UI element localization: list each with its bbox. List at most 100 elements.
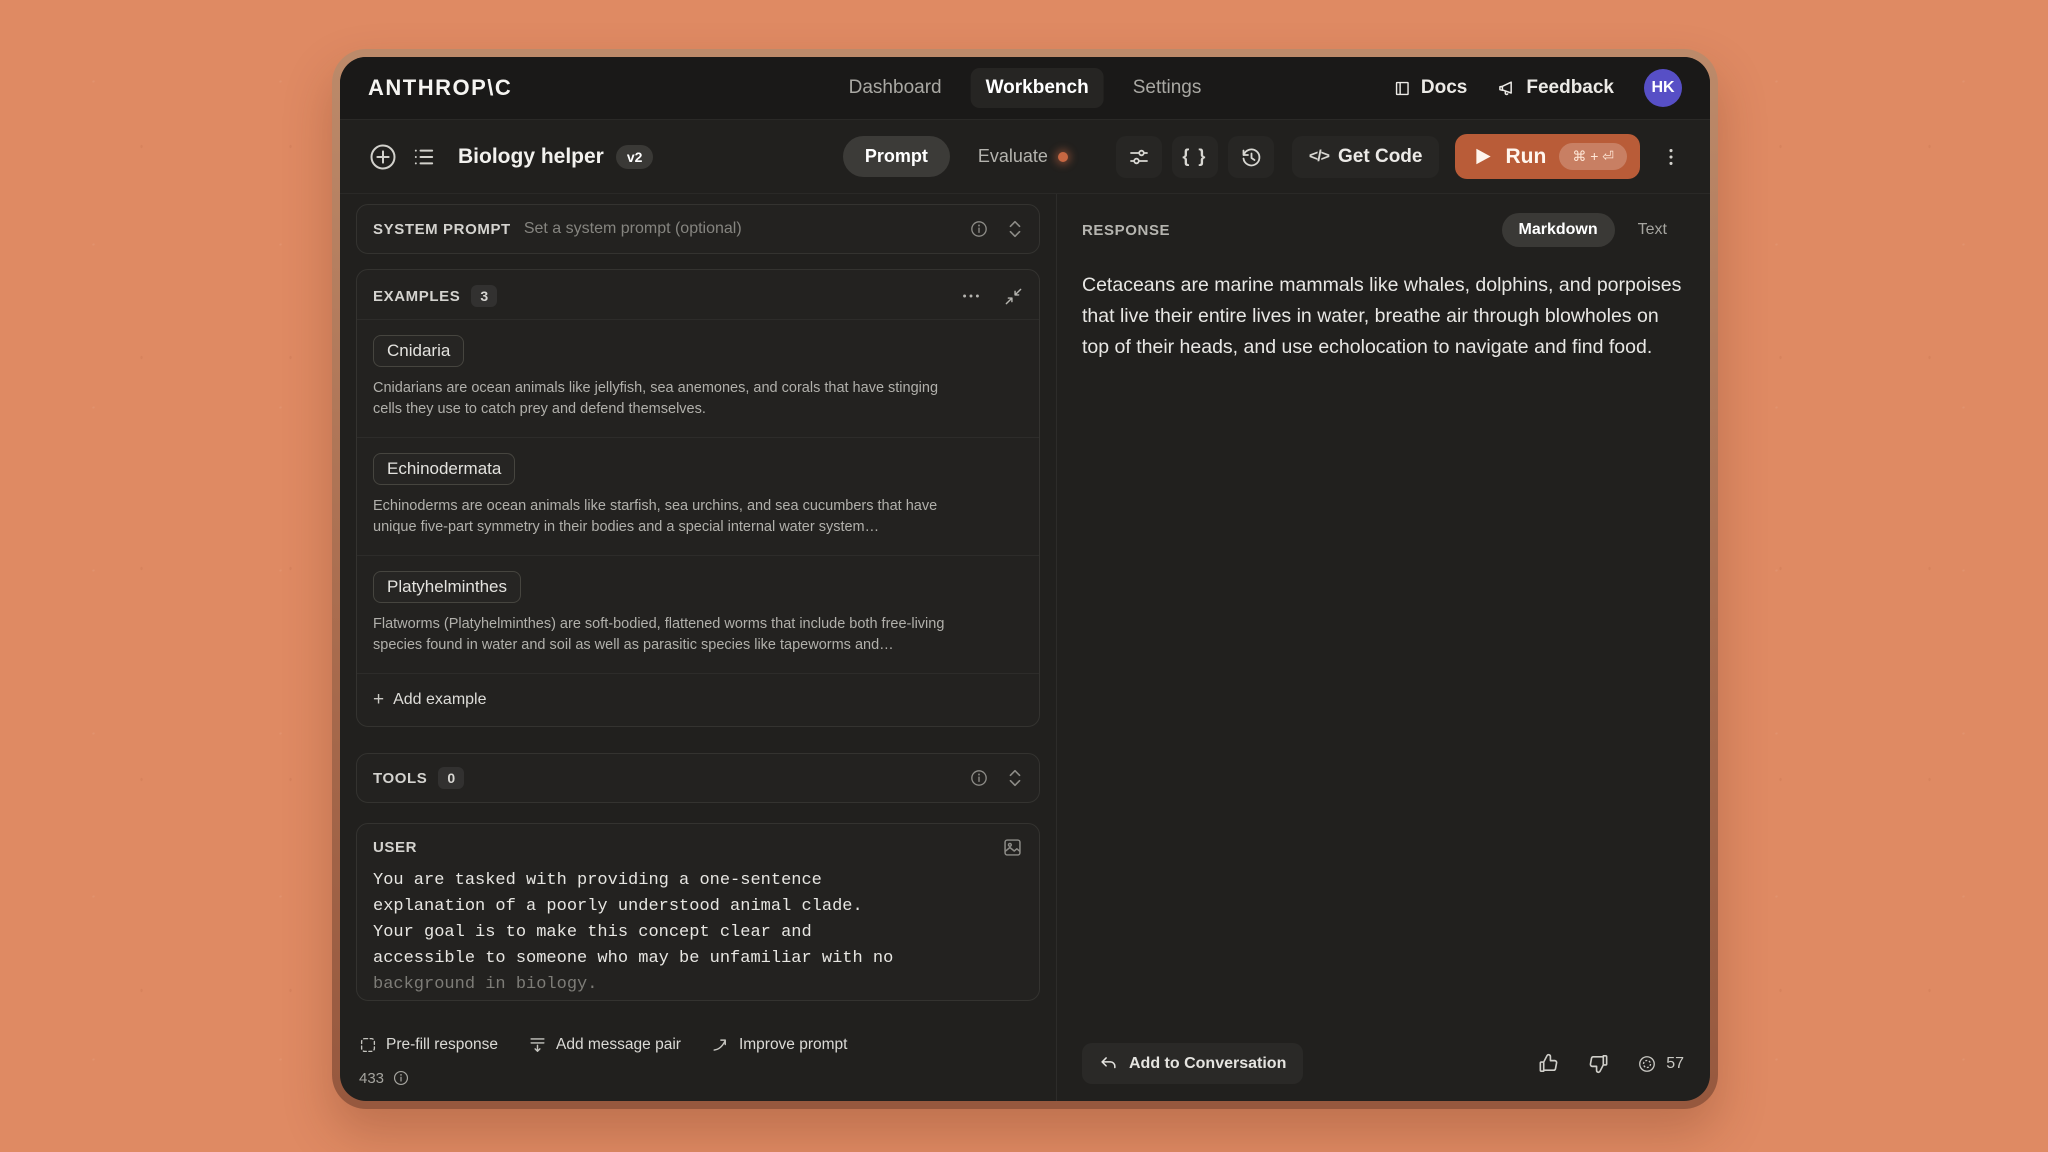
response-footer: Add to Conversation 57	[1082, 1043, 1684, 1084]
message-pair-icon	[528, 1035, 547, 1054]
nav-workbench[interactable]: Workbench	[971, 68, 1104, 108]
anthropic-logo: ANTHROP\C	[368, 75, 512, 101]
plus-circle-icon	[368, 142, 398, 172]
mode-tabs: Prompt Evaluate	[843, 136, 1090, 177]
run-button[interactable]: Run ⌘ + ⏎	[1455, 134, 1640, 179]
add-example-label: Add example	[393, 691, 486, 709]
sliders-icon	[1127, 145, 1151, 169]
prompt-list-button[interactable]	[404, 137, 444, 177]
response-label: RESPONSE	[1082, 222, 1170, 239]
info-icon[interactable]	[392, 1069, 410, 1087]
model-settings-button[interactable]	[1116, 136, 1162, 178]
list-icon	[410, 143, 438, 171]
add-to-conversation-button[interactable]: Add to Conversation	[1082, 1043, 1303, 1084]
expand-chevrons-icon[interactable]	[1007, 219, 1023, 239]
collapse-icon[interactable]	[1004, 287, 1023, 306]
prefill-label: Pre-fill response	[386, 1036, 498, 1054]
example-text: Echinoderms are ocean animals like starf…	[373, 496, 957, 538]
tools-section[interactable]: TOOLS 0	[356, 753, 1040, 803]
improve-prompt-label: Improve prompt	[739, 1036, 848, 1054]
format-markdown-tab[interactable]: Markdown	[1502, 213, 1615, 247]
prefill-response-button[interactable]: Pre-fill response	[359, 1036, 498, 1054]
evaluate-status-dot	[1058, 152, 1068, 162]
version-badge[interactable]: v2	[616, 145, 654, 169]
example-tag[interactable]: Echinodermata	[373, 453, 515, 485]
example-tag[interactable]: Platyhelminthes	[373, 571, 521, 603]
example-item[interactable]: Cnidaria Cnidarians are ocean animals li…	[357, 319, 1039, 437]
thumbs-up-button[interactable]	[1537, 1052, 1560, 1075]
kebab-menu-icon	[1660, 146, 1682, 168]
run-shortcut: ⌘ + ⏎	[1559, 143, 1627, 170]
improve-prompt-button[interactable]: Improve prompt	[711, 1035, 848, 1054]
system-prompt-label: SYSTEM PROMPT	[373, 221, 511, 238]
tab-prompt[interactable]: Prompt	[843, 136, 950, 177]
more-options-button[interactable]	[1654, 140, 1688, 174]
system-prompt-placeholder: Set a system prompt (optional)	[524, 220, 742, 238]
tab-evaluate-label: Evaluate	[978, 146, 1048, 167]
examples-more-icon[interactable]	[960, 285, 982, 307]
format-toggle: Markdown Text	[1502, 213, 1684, 247]
image-attach-icon[interactable]	[1002, 837, 1023, 858]
braces-icon: { }	[1182, 146, 1207, 167]
add-message-pair-label: Add message pair	[556, 1036, 681, 1054]
examples-header: EXAMPLES 3	[357, 270, 1039, 319]
history-button[interactable]	[1228, 136, 1274, 178]
code-icon: </>	[1309, 148, 1329, 166]
expand-chevrons-icon[interactable]	[1007, 768, 1023, 788]
examples-count-badge: 3	[471, 285, 497, 307]
history-icon	[1239, 145, 1263, 169]
response-token-count: 57	[1637, 1054, 1684, 1074]
info-icon[interactable]	[969, 219, 989, 239]
megaphone-icon	[1497, 78, 1517, 98]
improve-prompt-icon	[711, 1035, 730, 1054]
format-text-tab[interactable]: Text	[1621, 213, 1684, 247]
user-message-text[interactable]: You are tasked with providing a one-sent…	[373, 868, 1023, 998]
main-content: SYSTEM PROMPT Set a system prompt (optio…	[340, 194, 1710, 1101]
get-code-button[interactable]: </> Get Code	[1292, 136, 1440, 178]
prompt-token-value: 433	[359, 1070, 384, 1087]
prefill-icon	[359, 1036, 377, 1054]
run-label: Run	[1505, 145, 1546, 169]
toolbar: Biology helper v2 Prompt Evaluate	[340, 120, 1710, 194]
user-avatar[interactable]: HK	[1644, 69, 1682, 107]
prompt-pane: SYSTEM PROMPT Set a system prompt (optio…	[340, 194, 1057, 1101]
tools-label: TOOLS	[373, 770, 427, 787]
nav-utilities: Docs Feedback HK	[1393, 69, 1682, 107]
tools-count-badge: 0	[438, 767, 464, 789]
example-text: Cnidarians are ocean animals like jellyf…	[373, 378, 957, 420]
add-message-pair-button[interactable]: Add message pair	[528, 1035, 681, 1054]
info-icon[interactable]	[969, 768, 989, 788]
get-code-label: Get Code	[1338, 146, 1422, 168]
nav-dashboard[interactable]: Dashboard	[834, 68, 957, 108]
workbench-window: ANTHROP\C Dashboard Workbench Settings D…	[340, 57, 1710, 1101]
user-message-card[interactable]: USER You are tasked with providing a one…	[356, 823, 1040, 1001]
feedback-link[interactable]: Feedback	[1497, 77, 1614, 99]
example-tag[interactable]: Cnidaria	[373, 335, 464, 367]
examples-label: EXAMPLES	[373, 288, 460, 305]
nav-settings[interactable]: Settings	[1118, 68, 1217, 108]
response-header: RESPONSE Markdown Text	[1082, 213, 1684, 247]
prompt-actions-row: Pre-fill response Add message pair Impro…	[356, 1019, 1040, 1054]
new-prompt-button[interactable]	[362, 136, 404, 178]
prompt-token-count: 433	[356, 1069, 1040, 1087]
system-prompt-section[interactable]: SYSTEM PROMPT Set a system prompt (optio…	[356, 204, 1040, 254]
tab-prompt-label: Prompt	[865, 146, 928, 167]
thumbs-down-button[interactable]	[1587, 1052, 1610, 1075]
add-example-button[interactable]: + Add example	[357, 673, 1039, 726]
example-item[interactable]: Echinodermata Echinoderms are ocean anim…	[357, 437, 1039, 555]
response-pane: RESPONSE Markdown Text Cetaceans are mar…	[1057, 194, 1710, 1101]
example-item[interactable]: Platyhelminthes Flatworms (Platyhelminth…	[357, 555, 1039, 673]
examples-section: EXAMPLES 3 Cnidaria C	[356, 269, 1040, 727]
tab-evaluate[interactable]: Evaluate	[956, 136, 1090, 177]
user-label: USER	[373, 839, 417, 856]
nav-tabs: Dashboard Workbench Settings	[834, 68, 1217, 108]
project-title[interactable]: Biology helper	[458, 145, 604, 169]
plus-icon: +	[373, 690, 384, 709]
docs-link[interactable]: Docs	[1393, 77, 1467, 99]
variables-button[interactable]: { }	[1172, 136, 1218, 178]
response-token-value: 57	[1666, 1055, 1684, 1073]
feedback-label: Feedback	[1526, 77, 1614, 99]
response-text: Cetaceans are marine mammals like whales…	[1082, 270, 1682, 363]
docs-label: Docs	[1421, 77, 1467, 99]
return-arrow-icon	[1099, 1054, 1118, 1073]
